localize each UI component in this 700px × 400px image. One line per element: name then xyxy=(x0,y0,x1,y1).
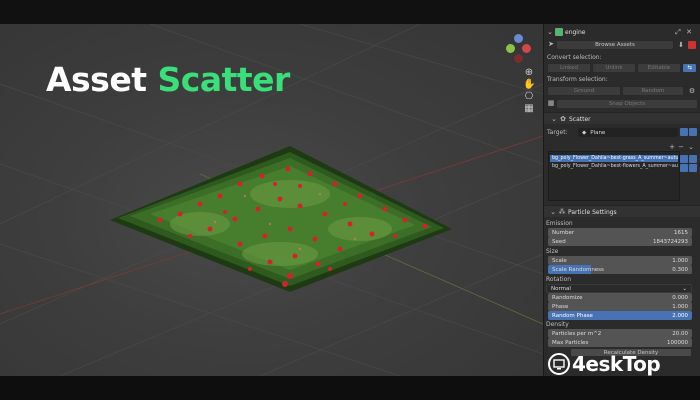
target-value: Plane xyxy=(590,129,606,136)
convert-selection-label: Convert selection: xyxy=(547,54,602,61)
target-label: Target: xyxy=(547,129,568,136)
orientation-dropdown[interactable]: Normal ⌄ xyxy=(546,284,692,293)
hand-pan-icon[interactable]: ✋ xyxy=(523,79,535,91)
add-icon[interactable]: + xyxy=(668,143,676,151)
number-label: Number xyxy=(552,229,575,236)
particles-per-m2-label: Particles per m^2 xyxy=(552,330,602,337)
watermark: 4eskTop xyxy=(548,352,661,376)
watermark-text: 4eskTop xyxy=(572,352,661,376)
random-phase-value: 2.000 xyxy=(672,312,688,319)
orientation-value: Normal xyxy=(551,285,571,292)
max-particles-value: 100000 xyxy=(667,339,688,346)
scale-randomness-slider[interactable]: Scale Randomness 0.300 xyxy=(548,265,692,274)
monitor-icon xyxy=(553,359,565,370)
random-phase-field[interactable]: Random Phase 2.000 xyxy=(548,311,692,320)
particle-settings-title: Particle Settings xyxy=(568,209,617,216)
convert-linked-button[interactable]: Linked xyxy=(547,63,591,73)
visibility-icon[interactable] xyxy=(680,155,688,163)
list-item[interactable]: bg_poly_Flower_Dahlia~best-flowers_A_sum… xyxy=(550,163,678,170)
hero-word-scatter: Scatter xyxy=(157,60,290,99)
particles-per-m2-value: 20.00 xyxy=(672,330,688,337)
size-label: Size xyxy=(546,248,559,255)
target-field[interactable]: ◆ Plane xyxy=(578,128,678,137)
visibility-icon[interactable] xyxy=(680,164,688,172)
camera-icon[interactable] xyxy=(689,128,697,136)
scale-randomness-label: Scale Randomness xyxy=(552,266,604,273)
close-icon[interactable]: ✕ xyxy=(685,28,693,36)
randomize-label: Randomize xyxy=(552,294,583,301)
seed-field[interactable]: Seed 1843724293 xyxy=(548,237,692,246)
expand-icon[interactable]: ⤢ xyxy=(674,28,682,36)
scale-randomness-value: 0.300 xyxy=(672,266,688,273)
convert-editable-button[interactable]: Editable xyxy=(637,63,681,73)
object-icon xyxy=(555,28,563,36)
object-header: ⌄ engine ⤢ ✕ xyxy=(544,26,700,38)
emission-label: Emission xyxy=(546,220,573,227)
phase-value: 1.000 xyxy=(672,303,688,310)
snap-icon: ▦ xyxy=(547,99,555,107)
particles-icon: ⁂ xyxy=(558,208,566,216)
watermark-logo-icon xyxy=(548,353,570,375)
render-icon[interactable] xyxy=(689,155,697,163)
flower-patch xyxy=(110,146,452,292)
chevron-down-icon: ⌄ xyxy=(551,115,557,123)
mesh-icon: ◆ xyxy=(582,129,587,136)
render-icon[interactable] xyxy=(689,164,697,172)
list-item[interactable]: bg_poly_Flower_Dahlia~best-grass_A_summe… xyxy=(550,155,678,162)
scale-field[interactable]: Scale 1.000 xyxy=(548,256,692,265)
transform-random-button[interactable]: Random xyxy=(622,86,684,96)
max-particles-field[interactable]: Max Particles 100000 xyxy=(548,338,692,347)
delete-icon[interactable] xyxy=(688,41,696,49)
browse-assets-button[interactable]: Browse Assets xyxy=(556,40,674,50)
rotation-label: Rotation xyxy=(546,276,572,283)
seed-value: 1843724293 xyxy=(653,238,688,245)
dropdown-icon[interactable]: ⌄ xyxy=(687,143,695,151)
chevron-down-icon[interactable]: ⌄ xyxy=(546,28,554,36)
camera-icon[interactable]: ⎔ xyxy=(523,91,535,103)
number-value: 1615 xyxy=(674,229,688,236)
chevron-down-icon: ⌄ xyxy=(682,285,687,292)
transform-selection-label: Transform selection: xyxy=(547,76,608,83)
seed-label: Seed xyxy=(552,238,566,245)
chevron-down-icon: ⌄ xyxy=(550,208,556,216)
randomize-field[interactable]: Randomize 0.000 xyxy=(548,293,692,302)
scatter-section-header[interactable]: ⌄ ✿ Scatter xyxy=(544,112,700,124)
link-toggle-icon[interactable]: ⇆ xyxy=(682,63,697,73)
eyedropper-icon[interactable] xyxy=(680,128,688,136)
scale-value: 1.000 xyxy=(672,257,688,264)
app-window: Asset Scatter ⊕ ✋ ⎔ ▦ ⌄ engine ⤢ ✕ ➤ Bro… xyxy=(0,0,700,400)
z-axis-handle[interactable] xyxy=(514,34,523,43)
convert-unlink-button[interactable]: Unlink xyxy=(592,63,636,73)
random-phase-label: Random Phase xyxy=(552,312,593,319)
scatter-icon: ✿ xyxy=(560,115,566,123)
number-field[interactable]: Number 1615 xyxy=(548,228,692,237)
particle-settings-header[interactable]: ⌄ ⁂ Particle Settings xyxy=(544,205,700,217)
phase-field[interactable]: Phase 1.000 xyxy=(548,302,692,311)
bottom-letterbox xyxy=(0,376,700,400)
scatter-list[interactable]: bg_poly_Flower_Dahlia~best-grass_A_summe… xyxy=(548,151,680,201)
phase-label: Phase xyxy=(552,303,569,310)
neg-x-handle[interactable] xyxy=(514,54,523,63)
scale-label: Scale xyxy=(552,257,567,264)
transform-ground-button[interactable]: Ground xyxy=(547,86,621,96)
download-icon[interactable]: ⬇ xyxy=(677,41,685,49)
scatter-section-title: Scatter xyxy=(569,116,591,123)
randomize-value: 0.000 xyxy=(672,294,688,301)
y-axis-handle[interactable] xyxy=(506,44,515,53)
hero-title: Asset Scatter xyxy=(46,60,290,99)
particles-per-m2-field[interactable]: Particles per m^2 20.00 xyxy=(548,329,692,338)
random-settings-icon[interactable]: ⚙ xyxy=(688,87,696,95)
object-name: engine xyxy=(565,29,586,36)
zoom-icon[interactable]: ⊕ xyxy=(523,67,535,79)
3d-viewport[interactable]: Asset Scatter ⊕ ✋ ⎔ ▦ xyxy=(0,24,543,376)
x-axis-handle[interactable] xyxy=(522,44,531,53)
cursor-icon: ➤ xyxy=(548,40,554,48)
hero-word-asset: Asset xyxy=(46,60,147,99)
snap-objects-button[interactable]: Snap Objects xyxy=(556,99,698,109)
top-letterbox xyxy=(0,0,700,24)
grid-view-icon[interactable]: ▦ xyxy=(523,103,535,115)
remove-icon[interactable]: − xyxy=(677,143,685,151)
max-particles-label: Max Particles xyxy=(552,339,589,346)
density-label: Density xyxy=(546,321,569,328)
